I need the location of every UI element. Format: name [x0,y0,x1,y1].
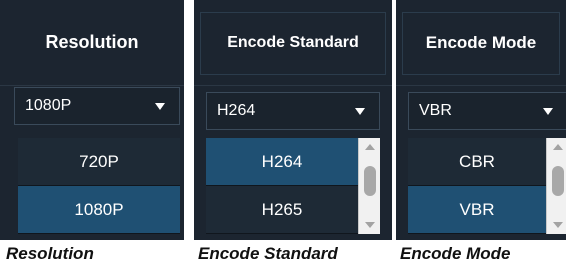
encode-standard-selected-value: H264 [217,102,256,119]
caption-resolution: Resolution [6,244,94,263]
encode-mode-selected-value: VBR [419,102,452,119]
caption-encode-mode: Encode Mode [400,244,511,263]
resolution-select[interactable]: 1080P [14,87,180,125]
option-h264[interactable]: H264 [206,138,380,186]
encode-standard-panel: Encode Standard H264 H264 H265 [194,0,392,240]
option-h265[interactable]: H265 [206,186,380,234]
encode-standard-options-list: H264 H265 [206,138,380,234]
encode-mode-panel: Encode Mode VBR CBR VBR [396,0,566,240]
resolution-options-list: 720P 1080P [18,138,180,234]
options-scrollbar[interactable] [358,138,380,234]
encode-standard-header: Encode Standard [194,0,392,86]
encode-standard-select[interactable]: H264 [206,92,380,130]
encode-mode-header-label: Encode Mode [425,32,537,52]
resolution-selected-value: 1080P [25,97,72,114]
scroll-up-arrow-icon[interactable] [553,144,563,150]
chevron-down-icon [355,108,365,115]
encode-mode-header: Encode Mode [396,0,566,86]
encode-mode-options-list: CBR VBR [408,138,566,234]
encode-mode-select[interactable]: VBR [408,92,566,130]
scroll-up-arrow-icon[interactable] [365,144,375,150]
options-scrollbar[interactable] [546,138,566,234]
scroll-down-arrow-icon[interactable] [553,222,563,228]
option-720p[interactable]: 720P [18,138,180,186]
option-1080p[interactable]: 1080P [18,186,180,234]
option-cbr[interactable]: CBR [408,138,566,186]
resolution-header: Resolution [0,0,184,86]
option-vbr[interactable]: VBR [408,186,566,234]
resolution-panel: Resolution 1080P 720P 1080P [0,0,184,240]
scrollbar-thumb[interactable] [552,166,564,196]
resolution-header-label: Resolution [45,32,139,52]
chevron-down-icon [543,108,553,115]
scroll-down-arrow-icon[interactable] [365,222,375,228]
caption-encode-standard: Encode Standard [198,244,338,263]
encode-standard-header-label: Encode Standard [227,33,359,51]
scrollbar-thumb[interactable] [364,166,376,196]
chevron-down-icon [155,103,165,110]
